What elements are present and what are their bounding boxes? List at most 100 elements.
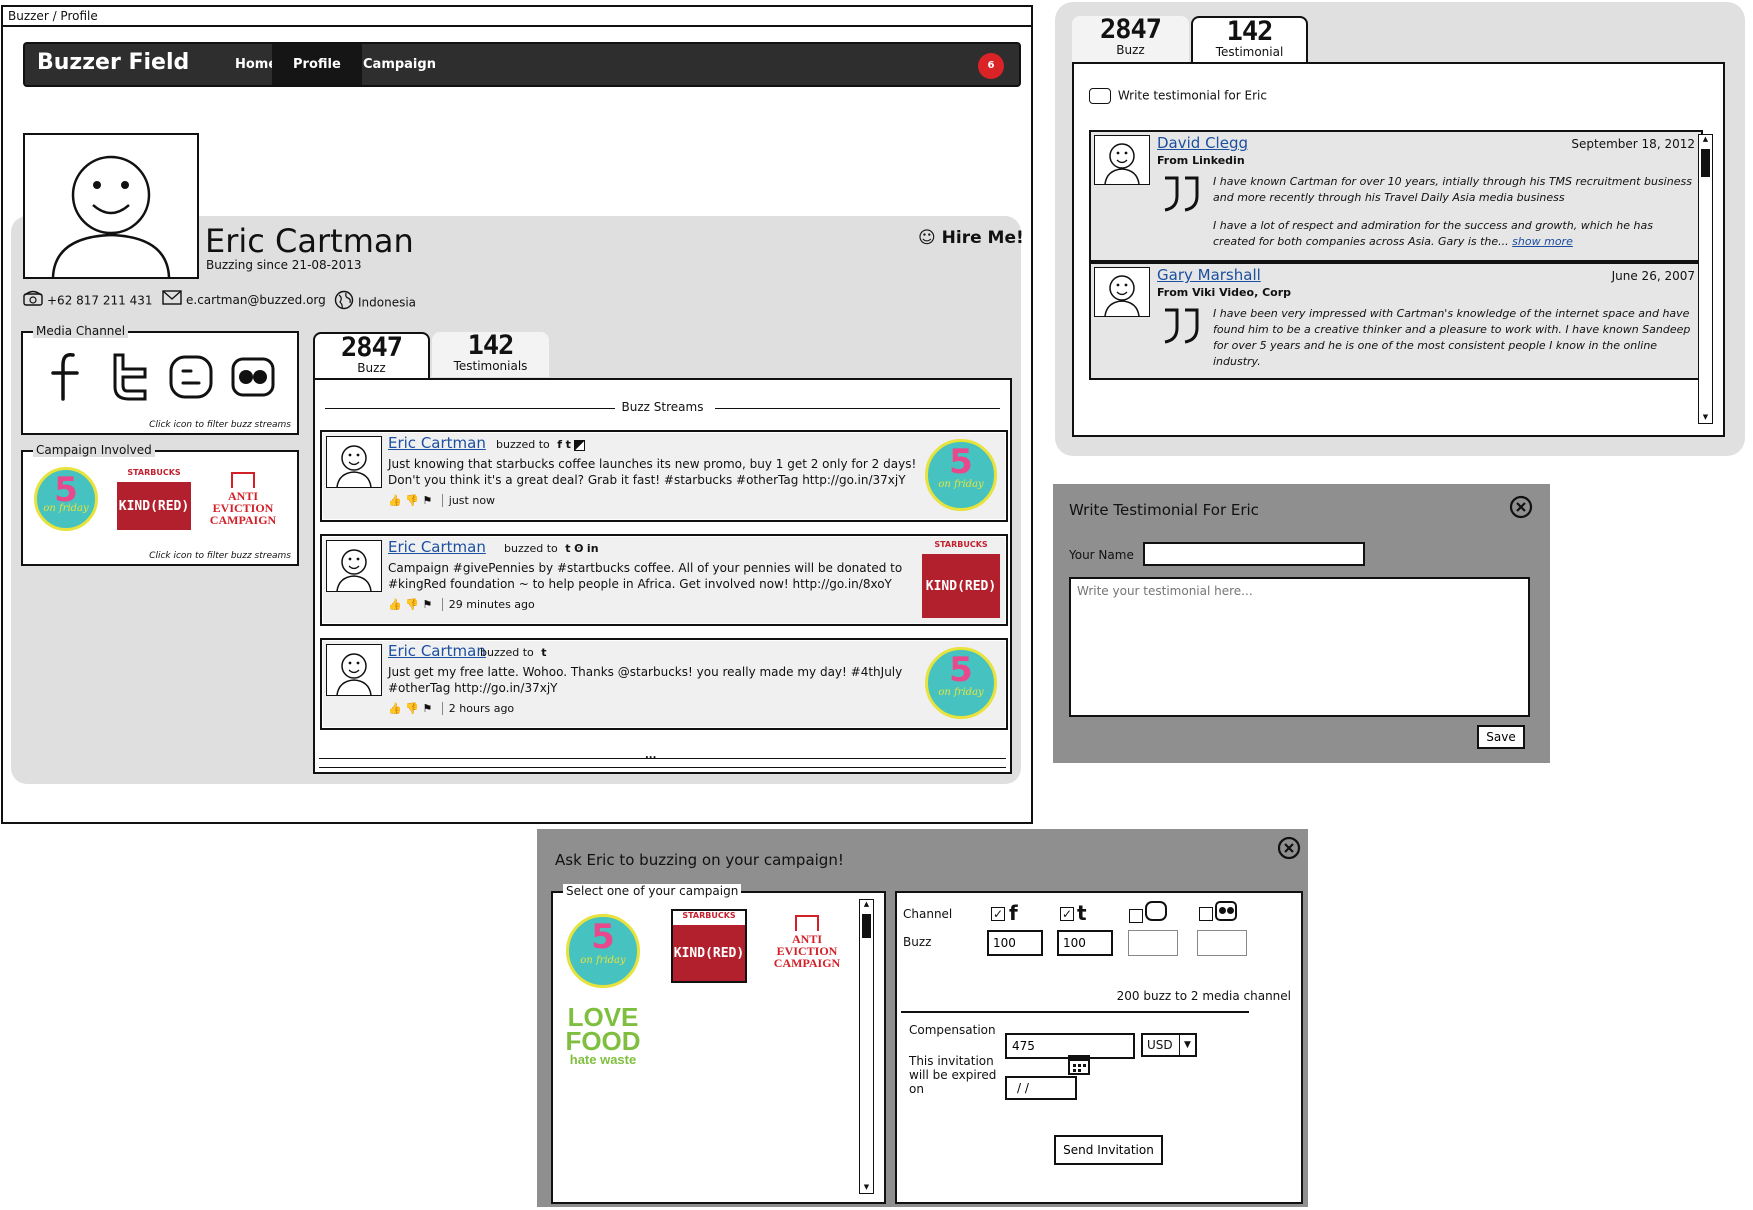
calendar-icon[interactable] <box>1067 1053 1091 1081</box>
post-author-link[interactable]: Eric Cartman <box>388 434 486 452</box>
twitter-icon: t <box>541 646 547 659</box>
post-campaign-logo-starbucks[interactable]: STARBUCKS KIND(RED) <box>922 540 1000 618</box>
post-time: 2 hours ago <box>448 702 515 715</box>
hire-me-button[interactable]: ☺ Hire Me! <box>918 228 1024 248</box>
house-icon <box>795 915 819 931</box>
testimonial-author-link[interactable]: David Clegg <box>1157 134 1248 152</box>
testimonials-scrollbar[interactable]: ▲ ▼ <box>1698 134 1713 424</box>
facebook-buzz-input[interactable] <box>987 930 1043 956</box>
smile-icon: ☺ <box>918 228 936 248</box>
campaign-list-scrollbar[interactable]: ▲ ▼ <box>859 899 874 1194</box>
contact-phone: +62 817 211 431 <box>23 290 152 310</box>
contact-email[interactable]: e.cartman@buzzed.org <box>162 290 326 310</box>
campaign-option-five-friday[interactable]: 5 on friday <box>563 911 643 991</box>
nav-campaign[interactable]: Campaign <box>343 44 456 85</box>
logo-number: 5 <box>949 442 973 483</box>
testimonials-window: 2847 Buzz 142 Testimonial Write testimon… <box>1055 2 1745 456</box>
thumbs-down-icon[interactable]: 👎 <box>405 598 419 611</box>
channel-label: Channel <box>903 907 953 921</box>
campaign-logo-five-friday[interactable]: 5 on friday <box>31 464 101 534</box>
campaign-logo-starbucks[interactable]: STARBUCKS KIND(RED) <box>117 468 191 530</box>
campaign-select-panel: Select one of your campaign 5 on friday S… <box>551 884 886 1204</box>
post-avatar <box>326 540 382 592</box>
notification-badge[interactable]: 6 <box>978 53 1004 79</box>
name-input[interactable] <box>1143 542 1365 566</box>
twitter-buzz-input[interactable] <box>1057 930 1113 956</box>
post-text: Just get my free latte. Wohoo. Thanks @s… <box>388 665 903 695</box>
facebook-channel-checkbox[interactable]: ✓ <box>991 907 1005 921</box>
blogger-channel-checkbox[interactable] <box>1129 909 1143 923</box>
blogger-buzz-input[interactable] <box>1128 930 1178 956</box>
tab-buzz[interactable]: 2847 Buzz <box>1072 16 1189 64</box>
expire-label: This invitation will be expired on <box>909 1054 997 1096</box>
show-more-link[interactable]: show more <box>1512 235 1573 248</box>
post-author-link[interactable]: Eric Cartman <box>388 538 486 556</box>
twitter-channel-checkbox[interactable]: ✓ <box>1060 907 1074 921</box>
close-icon[interactable] <box>1277 836 1301 864</box>
hire-me-label: Hire Me! <box>941 228 1024 248</box>
scroll-up-icon[interactable]: ▲ <box>1699 135 1712 145</box>
campaign-option-starbucks[interactable]: STARBUCKS KIND(RED) <box>671 909 747 983</box>
testimonial-paragraph: I have a lot of respect and admiration f… <box>1213 219 1653 248</box>
flag-icon[interactable]: ⚑ <box>422 702 432 715</box>
blogger-icon[interactable] <box>167 349 215 405</box>
testimonial-author-link[interactable]: Gary Marshall <box>1157 266 1261 284</box>
flag-icon[interactable]: ⚑ <box>422 494 432 507</box>
post-text: Campaign #givePennies by #startbucks cof… <box>388 561 903 591</box>
email-text: e.cartman@buzzed.org <box>186 293 326 307</box>
logo-number: 5 <box>949 650 973 691</box>
save-button[interactable]: Save <box>1477 725 1525 749</box>
quote-icon <box>1161 174 1205 218</box>
flickr-channel-checkbox[interactable] <box>1199 907 1213 921</box>
tab-buzz[interactable]: 2847 Buzz <box>313 332 430 380</box>
tab-testimonials[interactable]: 142 Testimonials <box>432 332 549 377</box>
scroll-down-icon[interactable]: ▼ <box>1699 413 1712 423</box>
currency-select[interactable]: USD ▼ <box>1141 1033 1197 1057</box>
flickr-icon <box>1215 901 1237 921</box>
chevron-down-icon: ▼ <box>1179 1035 1195 1055</box>
close-icon[interactable] <box>1509 495 1533 523</box>
buzz-tab-label: Buzz <box>1116 43 1145 57</box>
profile-since: Buzzing since 21-08-2013 <box>206 258 362 272</box>
campaign-involved-legend: Campaign Involved <box>33 443 155 457</box>
testimonials-panel: Write testimonial for Eric David Clegg F… <box>1072 62 1725 437</box>
write-testimonial-link[interactable]: Write testimonial for Eric <box>1089 88 1267 104</box>
invite-dialog: Ask Eric to buzzing on your campaign! Se… <box>537 829 1308 1207</box>
testimonial-source: From Linkedin <box>1157 154 1245 167</box>
scroll-thumb[interactable] <box>862 914 871 938</box>
starbucks-wordmark: STARBUCKS <box>934 540 988 549</box>
twitter-icon[interactable] <box>105 349 153 405</box>
scroll-down-icon[interactable]: ▼ <box>860 1183 873 1193</box>
testimonial-text: I have known Cartman for over 10 years, … <box>1213 174 1697 250</box>
thumbs-down-icon[interactable]: 👎 <box>405 494 419 507</box>
load-more-button[interactable]: ... <box>645 750 656 761</box>
post-author-link[interactable]: Eric Cartman <box>388 642 486 660</box>
write-testimonial-label: Write testimonial for Eric <box>1117 88 1267 103</box>
profile-avatar <box>23 133 199 279</box>
flickr-buzz-input[interactable] <box>1197 930 1247 956</box>
flag-icon[interactable]: ⚑ <box>422 598 432 611</box>
thumbs-up-icon[interactable]: 👍 <box>388 702 402 715</box>
anti-line-3: CAMPAIGN <box>209 513 277 527</box>
facebook-icon[interactable] <box>43 349 91 405</box>
scroll-thumb[interactable] <box>1701 149 1710 177</box>
campaign-option-anti-eviction[interactable]: ANTI EVICTION CAMPAIGN <box>771 915 843 979</box>
campaign-logo-anti-eviction[interactable]: ANTI EVICTION CAMPAIGN <box>207 472 279 532</box>
thumbs-up-icon[interactable]: 👍 <box>388 494 402 507</box>
invite-form-panel: Channel Buzz ✓ f ✓ t 200 buzz to 2 media… <box>895 891 1303 1204</box>
testimonial-textarea[interactable] <box>1069 577 1530 717</box>
facebook-icon: f <box>1009 901 1018 925</box>
flickr-icon[interactable] <box>229 349 277 405</box>
campaign-option-love-food[interactable]: LOVE FOOD hate waste <box>563 1004 643 1085</box>
thumbs-up-icon[interactable]: 👍 <box>388 598 402 611</box>
globe-icon <box>334 290 354 316</box>
scroll-up-icon[interactable]: ▲ <box>860 900 873 910</box>
facebook-icon: f <box>557 438 563 451</box>
send-invitation-button[interactable]: Send Invitation <box>1054 1135 1163 1165</box>
thumbs-down-icon[interactable]: 👎 <box>405 702 419 715</box>
post-campaign-logo-five-friday[interactable]: 5 on friday <box>922 436 1000 514</box>
brand-logo[interactable]: Buzzer Field <box>37 50 189 75</box>
tab-testimonials[interactable]: 142 Testimonial <box>1191 16 1308 64</box>
testimonial-avatar <box>1094 135 1150 185</box>
post-campaign-logo-five-friday[interactable]: 5 on friday <box>922 644 1000 722</box>
